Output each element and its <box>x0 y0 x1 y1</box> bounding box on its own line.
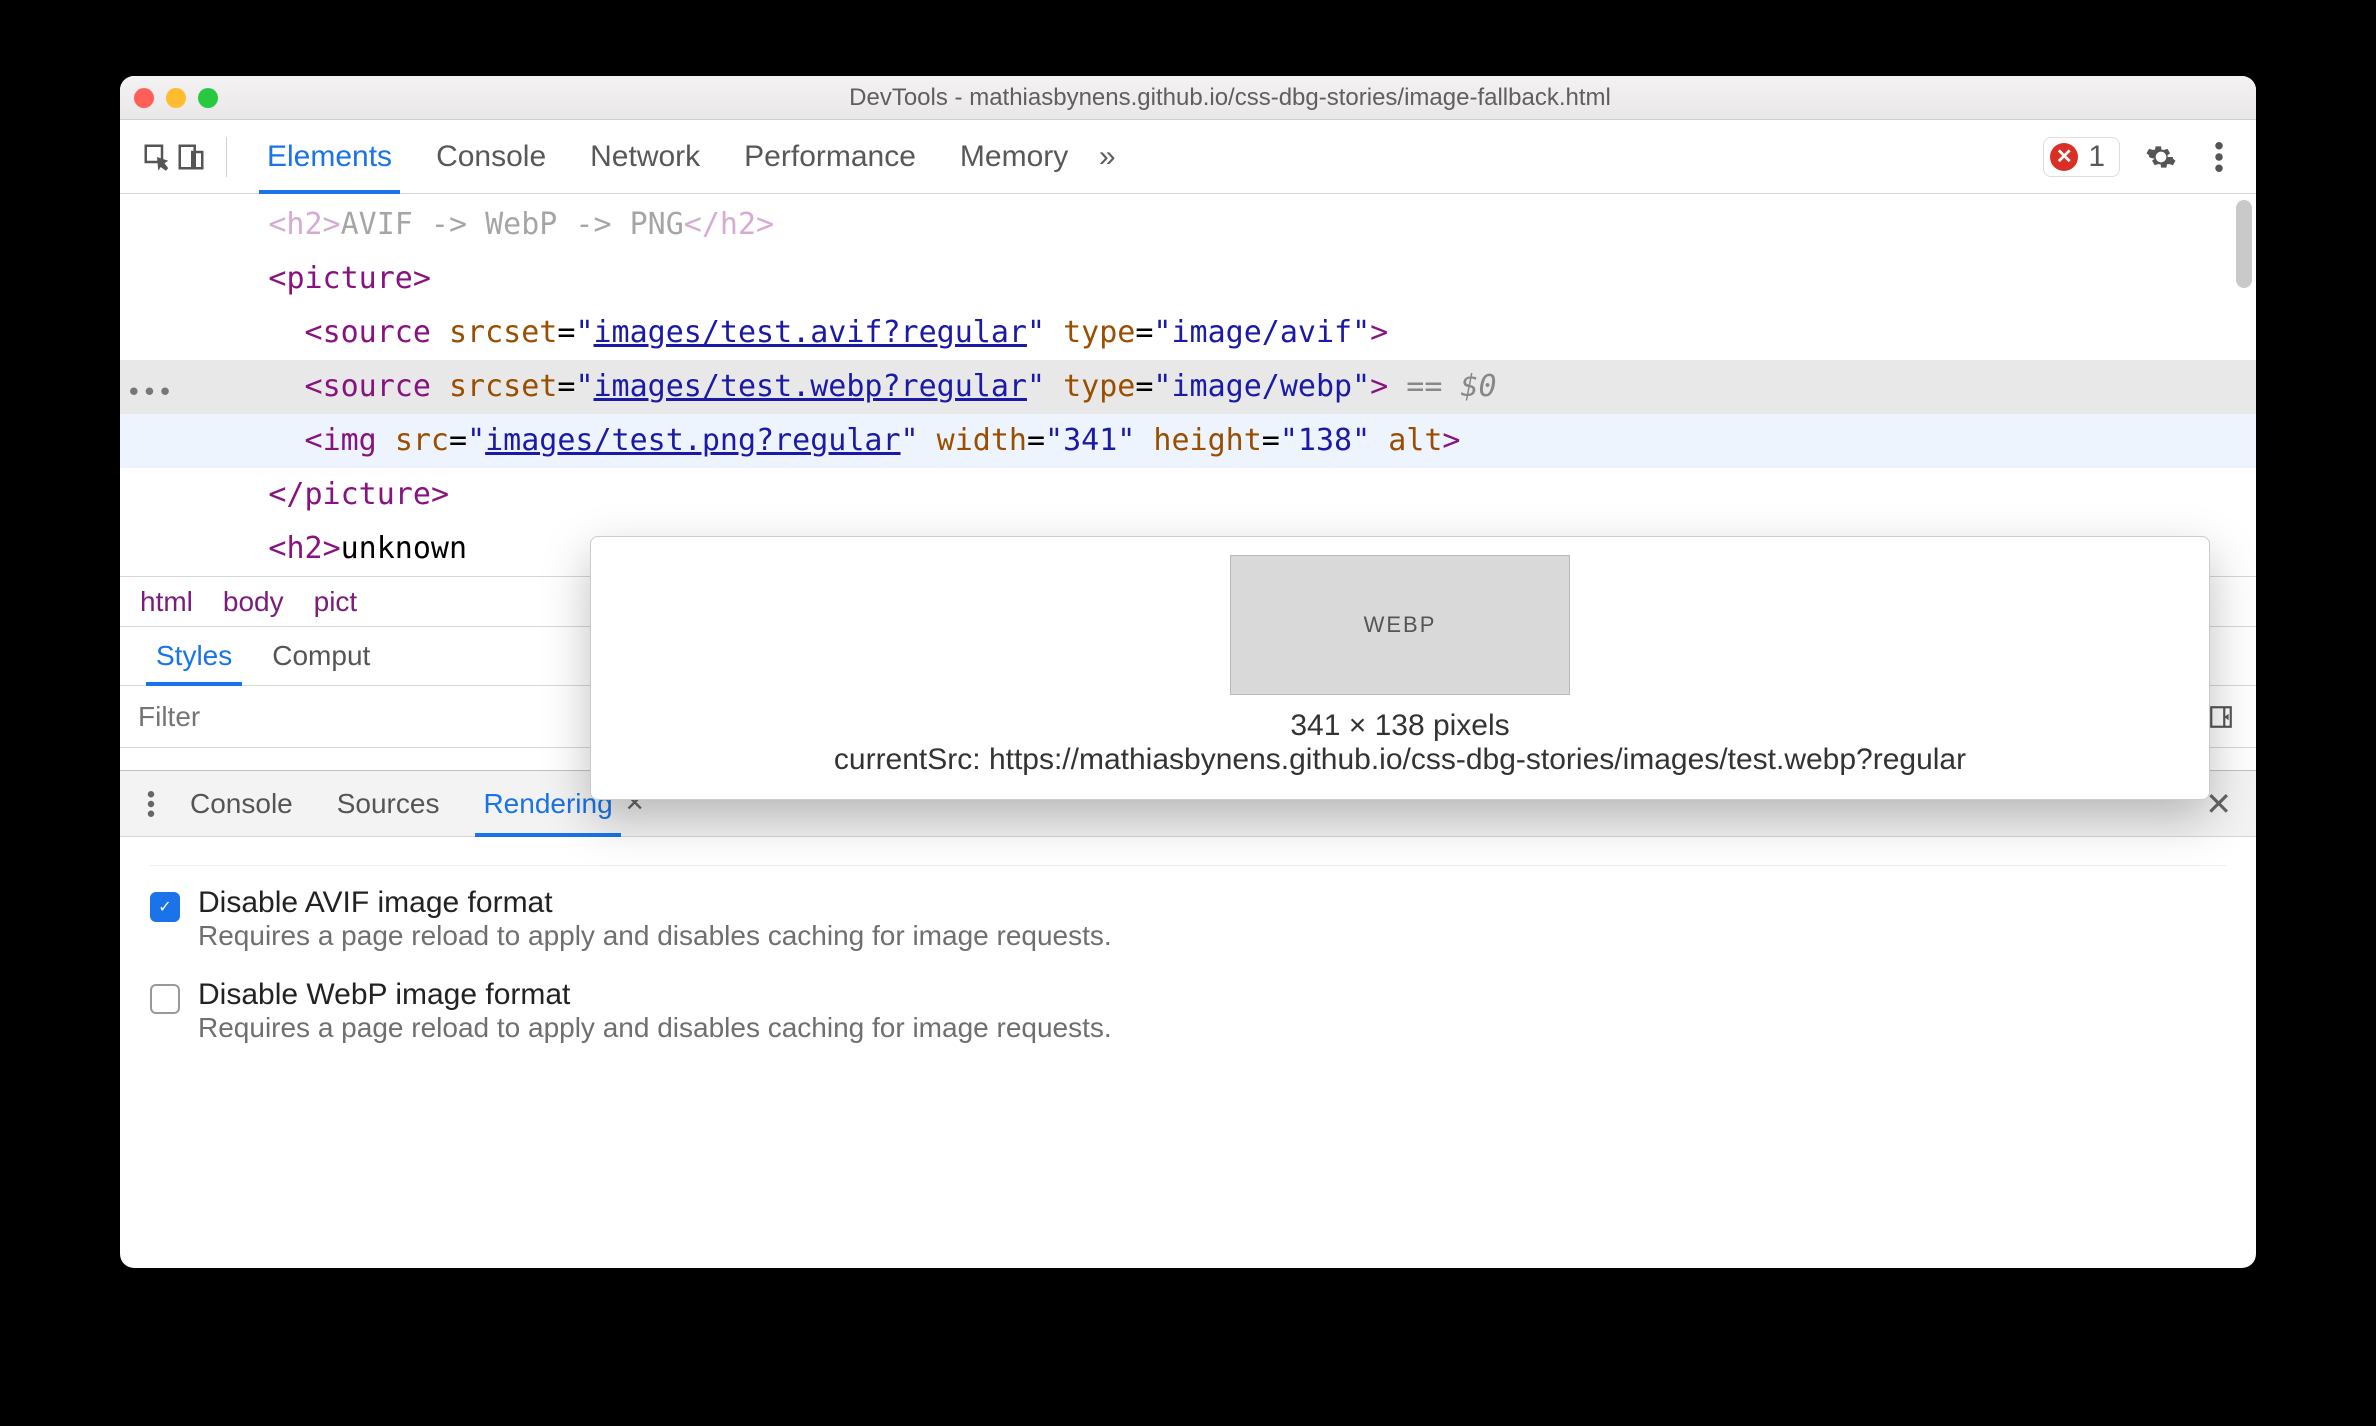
dom-tree[interactable]: <h2>AVIF -> WebP -> PNG</h2> <picture> <… <box>120 194 2256 576</box>
dom-line-selected[interactable]: ••• <source srcset="images/test.webp?reg… <box>120 360 2256 414</box>
drawer-kebab-icon[interactable] <box>134 787 168 821</box>
dom-line[interactable]: </picture> <box>120 468 2256 522</box>
option-desc: Requires a page reload to apply and disa… <box>198 1012 1112 1044</box>
tab-styles[interactable]: Styles <box>136 627 252 685</box>
tab-computed[interactable]: Comput <box>252 627 390 685</box>
traffic-lights[interactable] <box>134 88 218 108</box>
dom-line[interactable]: <h2>AVIF -> WebP -> PNG</h2> <box>120 198 2256 252</box>
main-toolbar: Elements Console Network Performance Mem… <box>120 120 2256 194</box>
more-tabs-icon[interactable]: » <box>1090 140 1124 174</box>
preview-currentsrc: currentSrc: https://mathiasbynens.github… <box>615 743 2185 777</box>
preview-thumb: WEBP <box>1230 555 1570 695</box>
tab-elements[interactable]: Elements <box>245 120 414 193</box>
option-desc: Requires a page reload to apply and disa… <box>198 920 1112 952</box>
minimize-window-icon[interactable] <box>166 88 186 108</box>
error-icon: ✕ <box>2050 143 2078 171</box>
dom-line[interactable]: <picture> <box>120 252 2256 306</box>
checkbox-webp[interactable] <box>150 984 180 1014</box>
tab-memory[interactable]: Memory <box>938 120 1090 193</box>
crumb-html[interactable]: html <box>140 586 193 618</box>
filter-input[interactable] <box>138 701 499 733</box>
drawer-tab-sources[interactable]: Sources <box>315 771 462 836</box>
tab-console[interactable]: Console <box>414 120 568 193</box>
checkbox-avif[interactable]: ✓ <box>150 892 180 922</box>
kebab-icon[interactable] <box>2202 140 2236 174</box>
option-disable-avif: ✓ Disable AVIF image format Requires a p… <box>150 886 2226 952</box>
crumb-body[interactable]: body <box>223 586 284 618</box>
ellipsis-icon[interactable]: ••• <box>126 370 173 417</box>
dom-line-hover[interactable]: <img src="images/test.png?regular" width… <box>120 414 2256 468</box>
rendering-panel: ✓ Disable AVIF image format Requires a p… <box>120 837 2256 1098</box>
zoom-window-icon[interactable] <box>198 88 218 108</box>
dom-line[interactable]: <source srcset="images/test.avif?regular… <box>120 306 2256 360</box>
image-preview-popover: WEBP 341 × 138 pixels currentSrc: https:… <box>590 536 2210 800</box>
window-title: DevTools - mathiasbynens.github.io/css-d… <box>218 84 2242 112</box>
crumb-picture[interactable]: pict <box>314 586 358 618</box>
devtools-window: DevTools - mathiasbynens.github.io/css-d… <box>120 76 2256 1268</box>
gear-icon[interactable] <box>2144 140 2178 174</box>
device-icon[interactable] <box>174 140 208 174</box>
option-disable-webp: Disable WebP image format Requires a pag… <box>150 978 2226 1044</box>
error-count: 1 <box>2088 140 2105 174</box>
preview-dimensions: 341 × 138 pixels <box>615 709 2185 743</box>
drawer-tab-console[interactable]: Console <box>168 771 315 836</box>
error-badge[interactable]: ✕ 1 <box>2043 137 2120 177</box>
option-title: Disable WebP image format <box>198 978 1112 1012</box>
close-window-icon[interactable] <box>134 88 154 108</box>
titlebar: DevTools - mathiasbynens.github.io/css-d… <box>120 76 2256 120</box>
drawer: Console Sources Rendering ✕ ✕ ✓ Disable … <box>120 770 2256 1098</box>
tab-performance[interactable]: Performance <box>722 120 938 193</box>
inspect-icon[interactable] <box>140 140 174 174</box>
drawer-close-icon[interactable]: ✕ <box>2205 785 2242 823</box>
tab-network[interactable]: Network <box>568 120 722 193</box>
option-title: Disable AVIF image format <box>198 886 1112 920</box>
